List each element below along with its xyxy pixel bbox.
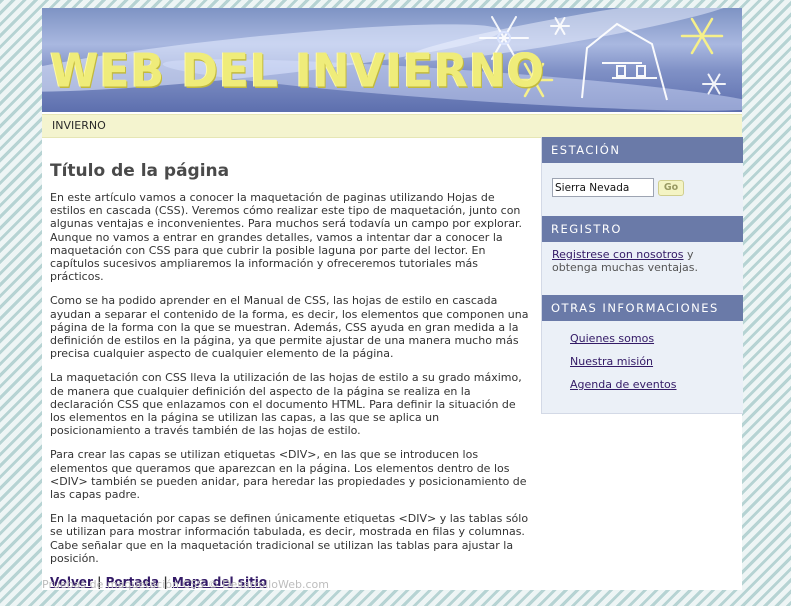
site-title: WEB DEL INVIERNO: [50, 44, 546, 99]
sidebar-heading-estacion: ESTACIÓN: [542, 137, 743, 163]
registro-text: Registrese con nosotros y obtenga muchas…: [552, 248, 742, 274]
sidebar-heading-label: OTRAS INFORMACIONES: [551, 301, 719, 315]
go-button[interactable]: Go: [658, 180, 684, 196]
paragraph: En este artículo vamos a conocer la maqu…: [50, 191, 523, 284]
navbar: INVIERNO: [42, 114, 742, 138]
link-agenda-eventos[interactable]: Agenda de eventos: [570, 378, 677, 401]
otras-informaciones-list: Quienes somos Nuestra misión Agenda de e…: [570, 332, 677, 401]
paragraph: En la maquetación por capas se definen ú…: [50, 512, 529, 565]
sidebar-heading-label: ESTACIÓN: [551, 143, 621, 157]
navbar-section-label: INVIERNO: [52, 119, 106, 132]
main-content: Título de la página En este artículo vam…: [50, 160, 530, 589]
page-container: WEB DEL INVIERNO INVIERNO Título de la p…: [42, 8, 743, 591]
sidebar-heading-label: REGISTRO: [551, 222, 622, 236]
header-banner: WEB DEL INVIERNO: [42, 8, 742, 112]
paragraph: La maquetación con CSS lleva la utilizac…: [50, 371, 522, 438]
sidebar-heading-otras: OTRAS INFORMACIONES: [542, 295, 743, 321]
sidebar-heading-registro: REGISTRO: [542, 216, 743, 242]
register-link[interactable]: Registrese con nosotros: [552, 248, 684, 261]
copyright-text: Pruebas de maquetación CSS © DesarrolloW…: [42, 578, 329, 591]
link-nuestra-mision[interactable]: Nuestra misión: [570, 355, 677, 378]
paragraph: Para crear las capas se utilizan etiquet…: [50, 448, 527, 502]
sidebar: ESTACIÓN Go REGISTRO Registrese con noso…: [541, 137, 743, 414]
link-quienes-somos[interactable]: Quienes somos: [570, 332, 677, 355]
paragraph: Como se ha podido aprender en el Manual …: [50, 294, 529, 361]
page-title: Título de la página: [50, 161, 230, 181]
station-search-input[interactable]: [552, 178, 654, 197]
